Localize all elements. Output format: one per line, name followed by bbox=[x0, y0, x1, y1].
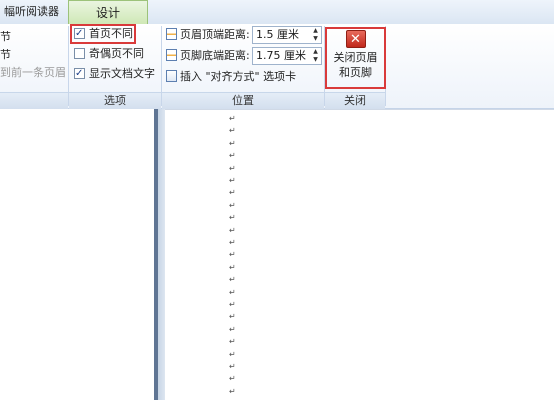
paragraph-mark: ↵ bbox=[229, 225, 236, 235]
header-position-icon bbox=[166, 28, 177, 40]
nav-next-section[interactable]: 节 bbox=[0, 28, 11, 44]
paragraph-mark: ↵ bbox=[229, 163, 236, 173]
paragraph-mark: ↵ bbox=[229, 151, 236, 161]
group-label-position: 位置 bbox=[162, 92, 324, 109]
paragraph-mark: ↵ bbox=[229, 250, 236, 260]
paragraph-mark: ↵ bbox=[229, 200, 236, 210]
spinner-arrows-icon[interactable]: ▲ ▼ bbox=[311, 48, 320, 64]
checkbox-odd-even[interactable]: 奇偶页不同 bbox=[74, 46, 144, 62]
link-to-previous[interactable]: 到前一条页眉 bbox=[0, 64, 66, 80]
ribbon-tab-strip: 幅听阅读器 设计 bbox=[0, 0, 554, 25]
document-page[interactable] bbox=[165, 109, 554, 401]
header-distance-spinner[interactable]: 1.5 厘米 ▲ ▼ bbox=[252, 26, 322, 44]
highlight-box-close bbox=[325, 27, 386, 89]
paragraph-mark: ↵ bbox=[229, 275, 236, 285]
tab-reader[interactable]: 幅听阅读器 bbox=[0, 0, 70, 24]
paragraph-mark: ↵ bbox=[229, 337, 236, 347]
paragraph-mark: ↵ bbox=[229, 312, 236, 322]
paragraph-mark: ↵ bbox=[229, 349, 236, 359]
paragraph-mark: ↵ bbox=[229, 213, 236, 223]
paragraph-mark: ↵ bbox=[229, 176, 236, 185]
document-left-pane bbox=[0, 109, 154, 400]
paragraph-mark: ↵ bbox=[229, 126, 236, 136]
group-label-navigation bbox=[0, 92, 68, 109]
insert-tab-icon bbox=[166, 70, 177, 82]
ribbon: 节 节 到前一条页眉 首页不同 奇偶页不同 显示文档文字 选项 页眉顶端距离: … bbox=[0, 24, 554, 109]
paragraph-mark: ↵ bbox=[229, 262, 236, 272]
checkbox-show-document-text[interactable]: 显示文档文字 bbox=[74, 66, 155, 82]
checkbox-icon[interactable] bbox=[74, 48, 85, 59]
footer-distance-spinner[interactable]: 1.75 厘米 ▲ ▼ bbox=[252, 47, 322, 65]
footer-distance-row: 页脚底端距离: bbox=[166, 47, 250, 65]
paragraph-mark: ↵ bbox=[229, 374, 236, 384]
page-gutter bbox=[154, 109, 165, 400]
group-label-options: 选项 bbox=[69, 92, 161, 109]
paragraph-mark: ↵ bbox=[229, 300, 236, 309]
checkbox-icon[interactable] bbox=[74, 66, 85, 82]
paragraph-mark: ↵ bbox=[229, 188, 236, 198]
group-label-close: 关闭 bbox=[325, 92, 385, 109]
paragraph-mark: ↵ bbox=[229, 362, 236, 371]
paragraph-mark: ↵ bbox=[229, 386, 236, 396]
paragraph-mark: ↵ bbox=[229, 238, 236, 247]
paragraph-mark: ↵ bbox=[229, 138, 236, 148]
paragraph-mark: ↵ bbox=[229, 324, 236, 334]
spinner-arrows-icon[interactable]: ▲ ▼ bbox=[311, 27, 320, 43]
insert-alignment-tab-button[interactable]: 插入 "对齐方式" 选项卡 bbox=[166, 68, 296, 86]
paragraph-mark: ↵ bbox=[229, 114, 236, 123]
footer-position-icon bbox=[166, 49, 177, 61]
nav-prev-section[interactable]: 节 bbox=[0, 46, 11, 62]
header-distance-row: 页眉顶端距离: bbox=[166, 26, 250, 44]
paragraph-mark: ↵ bbox=[229, 287, 236, 297]
highlight-box-first-page bbox=[70, 24, 136, 44]
tab-design[interactable]: 设计 bbox=[68, 0, 148, 24]
